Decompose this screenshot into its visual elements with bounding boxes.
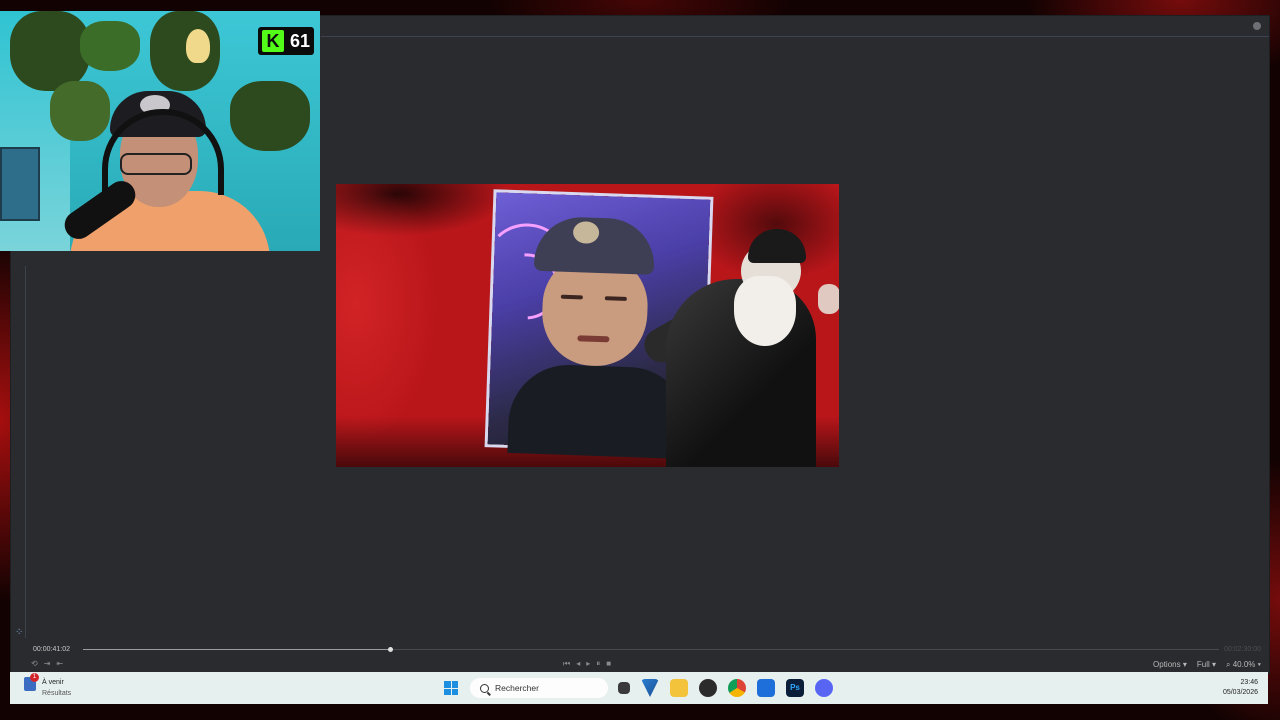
notification-badge: 1 — [30, 673, 39, 682]
discord-icon[interactable] — [815, 679, 833, 697]
window-title-strip — [321, 16, 1269, 37]
plant — [10, 11, 90, 91]
step-forward-icon[interactable]: ▸ — [586, 659, 590, 669]
file-explorer-dark-icon[interactable] — [618, 682, 630, 694]
options-dropdown[interactable]: Options ▾ — [1153, 660, 1187, 670]
candle-icon — [186, 29, 210, 63]
taskbar-search[interactable]: Rechercher — [470, 678, 608, 698]
pinned-apps: Ps — [618, 679, 833, 697]
clock-date: 05/03/2026 — [1222, 689, 1258, 696]
widget-icon: 1 — [24, 673, 39, 691]
mark-out-icon[interactable]: ⇤ — [56, 659, 63, 669]
system-clock[interactable]: 23:46 05/03/2026 — [1223, 678, 1258, 698]
mark-in-icon[interactable]: ⇥ — [44, 659, 51, 669]
video-preview[interactable] — [336, 184, 839, 467]
current-timecode: 00:00:41:02 — [33, 646, 70, 653]
person-shirt — [507, 362, 691, 460]
santa-hand — [818, 284, 839, 314]
panel-divider — [25, 266, 26, 638]
end-timecode: 00:02:30:00 — [1224, 646, 1261, 653]
scrub-track[interactable] — [83, 647, 1219, 652]
stop-icon[interactable]: ■ — [606, 659, 611, 669]
eye — [560, 294, 583, 300]
webcam-overlay: K 61 — [0, 11, 320, 251]
search-icon — [480, 683, 489, 693]
resolution-dropdown[interactable]: Full ▾ — [1197, 660, 1216, 670]
scrub-progress — [83, 649, 390, 650]
transport-bar: 00:00:41:02 00:02:30:00 ⟲ ⇥ ⇤ ⏮ ◂ ▸ ⏸ ■ … — [11, 640, 1269, 673]
magnifier-icon: ⌕ — [1226, 660, 1231, 669]
pause-icon[interactable]: ⏸ — [596, 659, 600, 669]
widget-subtitle: Résultats — [42, 690, 72, 697]
obs-icon[interactable] — [699, 679, 717, 697]
loop-icon[interactable]: ⟲ — [31, 659, 38, 669]
playhead[interactable] — [387, 647, 393, 652]
clock-time: 23:46 — [1240, 679, 1258, 686]
zoom-dropdown[interactable]: ⌕ 40.0% ▾ — [1226, 660, 1261, 670]
windows-start-icon[interactable] — [444, 681, 458, 695]
chrome-icon[interactable] — [728, 679, 746, 697]
view-controls: Options ▾ Full ▾ ⌕ 40.0% ▾ — [1153, 660, 1261, 670]
eye — [604, 296, 627, 301]
kick-logo-icon: K — [262, 30, 284, 52]
transport-tools: ⟲ ⇥ ⇤ — [31, 659, 63, 669]
skip-start-icon[interactable]: ⏮ — [563, 659, 570, 669]
playback-controls: ⏮ ◂ ▸ ⏸ ■ — [563, 659, 611, 669]
santa-beard — [734, 276, 796, 346]
folder-icon[interactable] — [670, 679, 688, 697]
background-monitor — [0, 147, 40, 221]
vscode-like-icon[interactable] — [641, 679, 659, 697]
widgets-button[interactable]: 1 À venir Résultats — [24, 673, 72, 699]
kick-viewer-badge: K 61 — [258, 27, 314, 55]
plant — [230, 81, 310, 151]
plant — [50, 81, 110, 141]
viewer-count: 61 — [290, 30, 311, 51]
loading-icon: ⁘ — [15, 627, 24, 638]
widget-title: À venir — [42, 679, 64, 686]
help-icon[interactable] — [1253, 22, 1261, 30]
search-placeholder: Rechercher — [495, 683, 539, 693]
kick-app-icon[interactable] — [757, 679, 775, 697]
windows-taskbar: 1 À venir Résultats Rechercher Ps 23:46 … — [10, 672, 1268, 704]
plant — [80, 21, 140, 71]
mouth — [577, 335, 610, 343]
photoshop-icon[interactable]: Ps — [786, 679, 804, 697]
step-back-icon[interactable]: ◂ — [576, 659, 580, 669]
